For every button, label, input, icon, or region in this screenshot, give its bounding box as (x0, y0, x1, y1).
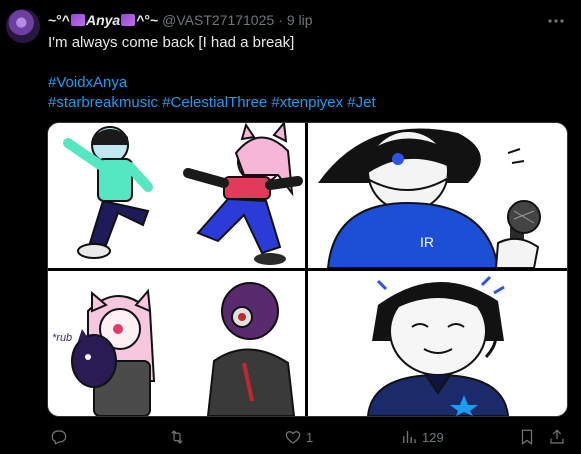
user-handle[interactable]: @VAST27171025 (162, 12, 274, 28)
repost-button[interactable] (168, 428, 190, 446)
like-icon (285, 431, 301, 444)
views-count: 129 (422, 429, 444, 445)
sparkle-emoji-icon (121, 14, 136, 26)
avatar[interactable] (6, 9, 40, 43)
hashtag-links[interactable]: #starbreakmusic #CelestialThree #xtenpiy… (48, 93, 561, 113)
separator-dot: · (278, 12, 283, 28)
media-image-3[interactable]: *rub (48, 271, 305, 416)
reply-icon (51, 430, 67, 445)
post-header: ~°^ Anya ^°~ @VAST27171025 · 9 lip (48, 10, 541, 30)
post-time[interactable]: 9 lip (287, 12, 313, 28)
display-name-core: Anya (85, 12, 121, 28)
display-name[interactable]: ~°^ Anya ^°~ (48, 12, 158, 28)
post-text: I'm always come back [I had a break] #Vo… (48, 33, 561, 113)
bookmark-icon (521, 429, 533, 445)
views-icon (403, 431, 416, 443)
like-button[interactable]: 1 (284, 428, 313, 446)
display-name-prefix: ~°^ (48, 12, 70, 28)
sparkle-emoji-icon (70, 14, 85, 26)
share-icon (550, 429, 564, 444)
media-image-1[interactable] (48, 123, 305, 268)
post-text-line: I'm always come back [I had a break] (48, 34, 295, 51)
like-count: 1 (306, 429, 314, 445)
media-image-4[interactable] (308, 271, 567, 416)
svg-text:IR: IR (420, 234, 434, 250)
bookmark-button[interactable] (518, 428, 536, 446)
more-icon[interactable] (547, 12, 565, 33)
rub-label: *rub (52, 332, 72, 344)
media-image-2[interactable]: IR (308, 123, 567, 268)
share-button[interactable] (548, 428, 566, 446)
action-bar: 1 129 (48, 426, 568, 448)
display-name-suffix: ^°~ (136, 12, 159, 28)
views-button[interactable]: 129 (400, 428, 444, 446)
repost-icon (171, 430, 183, 444)
reply-button[interactable] (50, 428, 72, 446)
hashtag-link[interactable]: #VoidxAnya (48, 73, 561, 93)
media-grid[interactable]: IR *rub (47, 122, 568, 417)
